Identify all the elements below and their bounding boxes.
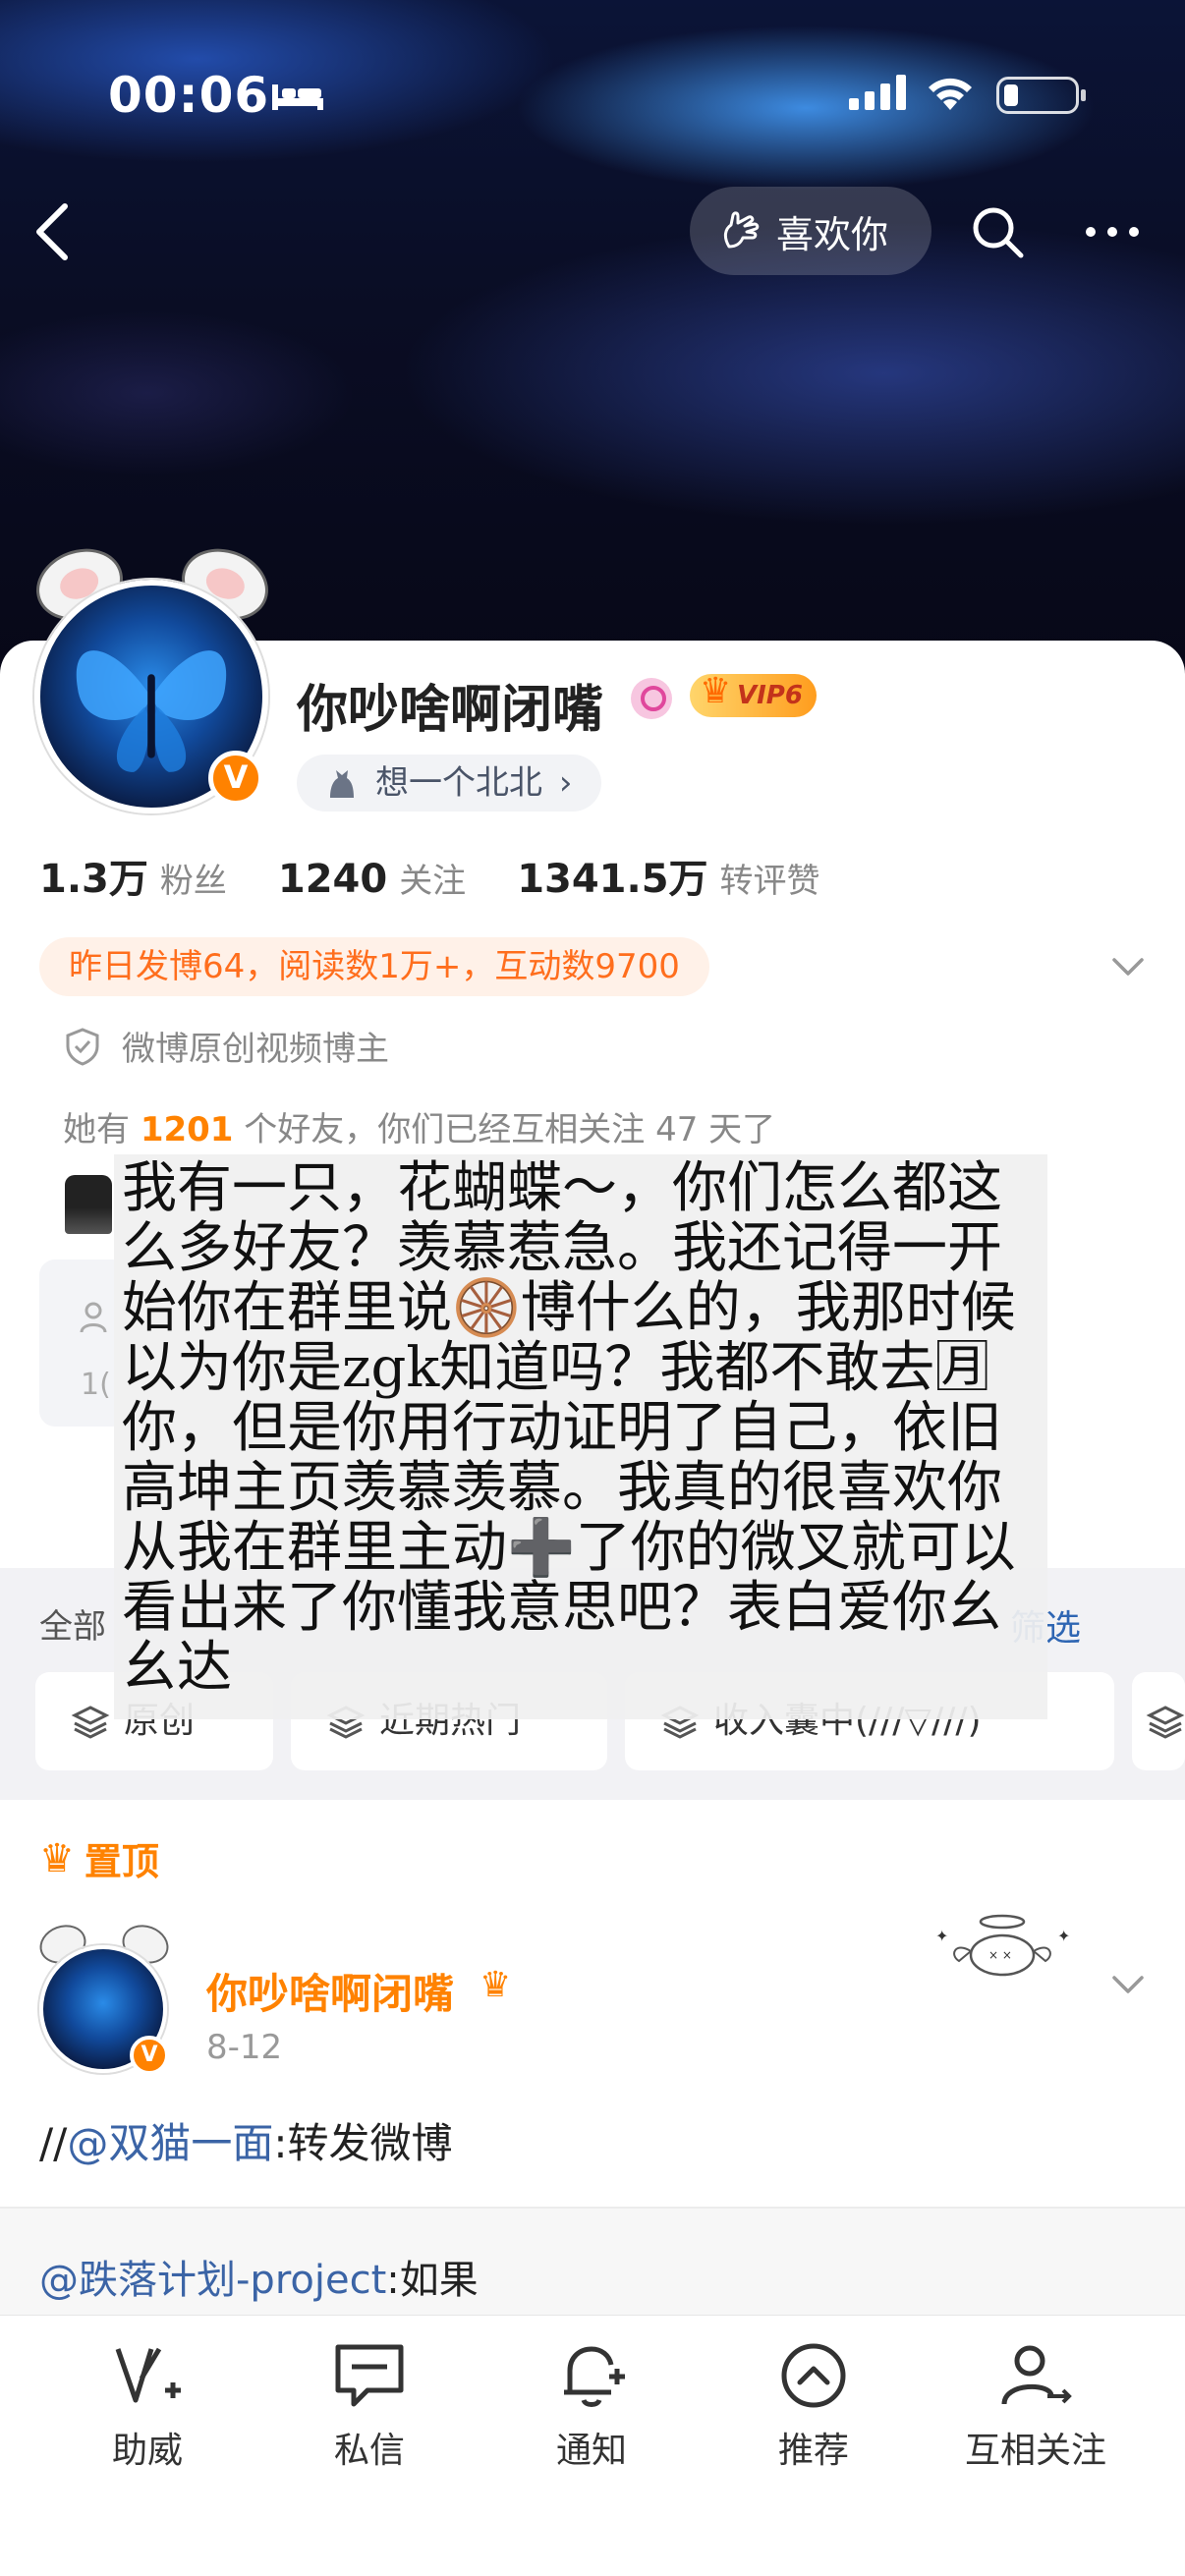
top-bar: 喜欢你 <box>0 187 1185 275</box>
post-text[interactable]: //@双猫一面:转发微博 <box>39 2110 452 2170</box>
tab-mutual-follow-label: 互相关注 <box>964 2431 1106 2471</box>
engagement-count[interactable]: 1341.5万 <box>517 847 707 904</box>
hand-heart-icon <box>723 211 760 249</box>
repost-body: :如果 <box>386 2258 479 2303</box>
female-gender-icon <box>631 678 672 719</box>
friends-count: 1201 <box>140 1110 234 1149</box>
friend-avatar[interactable] <box>65 1175 112 1234</box>
mutual-friends-text[interactable]: 她有 1201 个好友，你们已经互相关注 47 天了 <box>63 1102 775 1150</box>
profile-avatar[interactable]: V <box>26 536 279 815</box>
activity-summary[interactable]: 昨日发博64，阅读数1万+，互动数9700 <box>39 937 709 996</box>
engagement-label: 转评赞 <box>719 862 820 901</box>
chevron-down-icon[interactable] <box>1108 947 1148 986</box>
search-icon[interactable] <box>968 202 1027 261</box>
like-you-label: 喜欢你 <box>776 212 889 256</box>
following-count[interactable]: 1240 <box>278 857 387 902</box>
tab-recommend-label: 推荐 <box>777 2431 849 2471</box>
side-card-text: 1( <box>81 1368 111 1402</box>
angel-sticker-icon: × × ✦ ✦ <box>935 1914 1070 1977</box>
svg-text:× ×: × × <box>988 1948 1012 1962</box>
post-text-prefix: // <box>39 2119 68 2167</box>
tab-cheer-label: 助威 <box>111 2431 183 2471</box>
svg-text:✦: ✦ <box>935 1927 948 1945</box>
profile-name: 你吵啥啊闭嘴 <box>297 681 604 740</box>
tab-cheer[interactable]: 助威 <box>59 2339 236 2473</box>
post-verified-badge: V <box>130 2036 169 2075</box>
repost-mention-link[interactable]: @跌落计划-project <box>39 2258 386 2303</box>
cat-icon <box>330 770 354 798</box>
cellular-signal-icon <box>849 75 906 110</box>
crown-badge-icon: ♛ <box>480 1965 512 2005</box>
post-avatar[interactable]: V <box>33 1918 175 2075</box>
fan-group-chevron-icon: › <box>558 763 573 803</box>
pinned-text: 置顶 <box>84 1840 159 1883</box>
shield-check-icon <box>66 1027 99 1066</box>
verified-badge: V <box>208 751 263 806</box>
tab-messages[interactable]: 私信 <box>281 2339 458 2473</box>
status-time: 00:06 <box>108 67 270 124</box>
crown-icon: ♛ <box>39 1835 75 1881</box>
tab-mutual-follow[interactable]: 互相关注 <box>947 2339 1124 2473</box>
back-arrow-icon[interactable] <box>29 200 79 263</box>
chip-more[interactable] <box>1132 1672 1185 1770</box>
chevron-up-circle-icon <box>781 2343 846 2408</box>
friends-suffix: 个好友，你们已经互相关注 47 天了 <box>233 1110 776 1149</box>
bell-icon <box>564 2346 625 2407</box>
tab-notify-label: 通知 <box>555 2431 627 2471</box>
layers-icon <box>1146 1706 1185 1739</box>
certification-row: 微博原创视频博主 <box>63 1022 389 1070</box>
followers-count[interactable]: 1.3万 <box>39 847 148 904</box>
battery-icon <box>996 77 1086 114</box>
fan-group-label: 想一个北北 <box>375 763 542 803</box>
profile-stats: 1.3万 粉丝 1240 关注 1341.5万 转评赞 <box>39 847 872 904</box>
sleep-focus-icon <box>272 84 323 110</box>
like-you-button[interactable]: 喜欢你 <box>690 187 931 275</box>
tab-notify[interactable]: 通知 <box>503 2339 680 2473</box>
bottom-tab-bar: 助威 私信 通知 推荐 互相关注 <box>0 2315 1185 2576</box>
more-options-icon[interactable] <box>1081 202 1144 261</box>
post-chevron-down-icon[interactable] <box>1108 1965 1148 2004</box>
tab-recommend[interactable]: 推荐 <box>725 2339 902 2473</box>
v-plus-icon <box>115 2347 181 2403</box>
followers-label: 粉丝 <box>159 862 227 901</box>
following-label: 关注 <box>399 862 467 901</box>
repost-text: @跌落计划-project:如果 <box>39 2248 479 2305</box>
overlay-caption: 我有一只，花蝴蝶～，你们怎么都这么多好友？羡慕惹急。我还记得一开始你在群里说🛞博… <box>114 1154 1047 1719</box>
layers-icon <box>71 1706 110 1739</box>
message-icon <box>335 2344 404 2407</box>
certification-text: 微博原创视频博主 <box>122 1030 389 1069</box>
pinned-label: ♛ 置顶 <box>39 1831 159 1885</box>
repost-block[interactable]: @跌落计划-project:如果 <box>0 2207 1185 2315</box>
mutual-follow-icon <box>1001 2345 1072 2405</box>
status-bar: 00:06 <box>0 61 1185 124</box>
friends-prefix: 她有 <box>63 1110 141 1149</box>
fan-group-pill[interactable]: 想一个北北 › <box>297 755 602 812</box>
filter-all-label[interactable]: 全部 <box>39 1599 106 1648</box>
post-text-suffix: :转发微博 <box>273 2119 453 2167</box>
post-mention-link[interactable]: @双猫一面 <box>67 2119 273 2167</box>
vip-badge[interactable]: VIP6 <box>690 670 817 717</box>
svg-text:✦: ✦ <box>1057 1927 1070 1945</box>
post-author[interactable]: 你吵啥啊闭嘴 <box>206 1961 454 2021</box>
wifi-icon <box>929 78 972 110</box>
post-date: 8-12 <box>206 2028 283 2067</box>
tab-messages-label: 私信 <box>333 2431 405 2471</box>
people-icon <box>80 1302 107 1333</box>
